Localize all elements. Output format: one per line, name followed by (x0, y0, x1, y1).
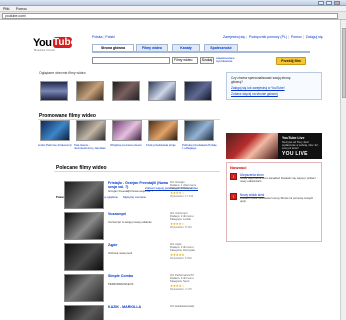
featured-row: Simple Combo PERFORMANCE.PL Od: Performa… (64, 274, 220, 304)
video-thumbnail[interactable] (64, 243, 104, 271)
promoted-caption-1[interactable]: Linkin Park live (Iridescent) (38, 144, 72, 147)
video-category[interactable]: Kategoria: Ludzie (170, 218, 220, 221)
featured-row: Fristajlo - Grzejan Freestajlil (Nowa se… (64, 181, 220, 211)
video-thumbnail[interactable] (64, 274, 104, 302)
address-bar: youtube.com/ (0, 12, 346, 20)
main-tabs: Strona główna Filmy wideo Kanały Społecz… (92, 44, 312, 51)
tab-home[interactable]: Strona główna (92, 44, 134, 51)
ad-image (226, 133, 278, 159)
tabs-underline (92, 51, 310, 53)
news-alert-icon: ! (230, 173, 237, 180)
account-links: Zarejestruj się| Podręcznik pomocy (PL)|… (223, 35, 323, 39)
video-description: Odcinek nowej serii (108, 251, 133, 255)
video-category[interactable]: Kategoria: Rozrywka (170, 249, 220, 252)
video-views: Wyświetleń: 17 442 (170, 195, 194, 198)
promoted-caption-4[interactable]: Frida przedstawia stroje (146, 144, 180, 147)
promoted-thumb-1[interactable] (40, 120, 70, 141)
video-title[interactable]: KAZIK - MARIOLLA (108, 305, 168, 309)
menu-files[interactable]: Pliki (3, 7, 9, 11)
help-guide-link[interactable]: Podręcznik pomocy (PL) (249, 35, 287, 39)
advanced-search-line-2: wyszukiwanie (216, 59, 233, 63)
video-title[interactable]: Ząpie (108, 243, 168, 247)
advanced-search-link[interactable]: zaawansowane wyszukiwanie (216, 57, 235, 64)
upload-button[interactable]: Prześlij film (276, 57, 306, 65)
video-description: Grzejan Freestajlil Nowa sesja vol. 7 (108, 189, 154, 193)
video-thumbnail[interactable] (64, 212, 104, 240)
logo-you: You (33, 37, 52, 49)
video-category[interactable]: Kategoria: Sport (170, 280, 220, 283)
web-page: You Tube Broadcast Yourself Polska | Pol… (0, 20, 340, 320)
promoted-caption-5[interactable]: Polityka przedstawia Polskę z odległego (182, 144, 218, 150)
promoted-thumb-5[interactable] (184, 120, 214, 141)
video-meta: Od: PerformanceTV Dodano: 3 dni temu Kat… (170, 274, 220, 283)
tab-community[interactable]: Społeczność (204, 44, 238, 51)
address-input[interactable]: youtube.com/ (2, 13, 338, 19)
video-category[interactable]: Kategoria: Muzyka (170, 187, 220, 190)
watched-thumb-1[interactable] (40, 81, 68, 101)
promoted-caption-2[interactable]: Tata Gienio - niezmieszczony Jarosław (74, 144, 108, 150)
video-meta: Od: vuzzumpri Dodano: 2 dni temu Kategor… (170, 212, 220, 221)
promoted-thumb-2[interactable] (76, 120, 106, 141)
personalize-promo: Czy chcesz spersonalizować swoją stronę … (226, 72, 322, 100)
help-link[interactable]: Pomoc (291, 35, 302, 39)
ad-logo: YOU LIVE (282, 151, 308, 157)
news-alert-icon: ! (230, 193, 237, 200)
video-author[interactable]: Od: kazikstaszewski (170, 305, 220, 308)
minimize-icon[interactable] (318, 1, 324, 5)
search-input[interactable] (92, 57, 170, 64)
promoted-thumb-3[interactable] (112, 120, 142, 141)
watched-thumb-4[interactable] (148, 81, 176, 101)
video-title[interactable]: Fristajlo - Grzejan Freestajlil (Nowa se… (108, 181, 168, 189)
video-views: Wyświetleń: 8 310 (170, 226, 192, 229)
login-link[interactable]: Zaloguj się (306, 35, 323, 39)
featured-row: Ząpie Odcinek nowej serii Od: zapie Doda… (64, 243, 220, 273)
promo-line-2: główną? (231, 80, 243, 84)
being-watched-label: Oglądane obecnie filmy wideo (39, 71, 86, 75)
logo-tagline: Broadcast Yourself (34, 49, 55, 52)
search-type-select[interactable]: Filmy wideo (172, 57, 198, 64)
promo-more-link[interactable]: Zobacz więcej na stronie głównej (231, 92, 278, 96)
video-meta: Od: zapie Dodano: 3 dni temu Kategoria: … (170, 243, 220, 252)
featured-row: KAZIK - MARIOLLA Od: kazikstaszewski (64, 305, 220, 320)
video-views: Wyświetleń: 5 902 (170, 257, 192, 260)
video-title[interactable]: Simple Combo (108, 274, 168, 278)
video-thumbnail[interactable] (64, 181, 104, 209)
signup-link[interactable]: Zarejestruj się (223, 35, 245, 39)
featured-divider (54, 171, 220, 172)
search-button[interactable]: Szukaj (200, 57, 214, 64)
youtube-logo[interactable]: You Tube Broadcast Yourself (33, 37, 77, 55)
video-meta: Od: kazikstaszewski (170, 305, 220, 308)
maximize-icon[interactable] (326, 1, 332, 5)
page-scrollbar[interactable] (340, 20, 346, 320)
video-thumbnail[interactable] (64, 305, 104, 320)
menu-help[interactable]: Pomoc (16, 7, 27, 11)
country-link[interactable]: Polska (92, 35, 103, 39)
scrollbar-thumb[interactable] (342, 28, 346, 98)
watched-thumb-2[interactable] (76, 81, 104, 101)
video-description: Vuzzumpri w swojej nowej odsłonie (108, 220, 152, 224)
language-links: Polska | Polski (92, 35, 115, 39)
video-description: PERFORMANCE.PL (108, 282, 134, 286)
promoted-thumb-4[interactable] (148, 120, 178, 141)
news-item-1-text: Nowe ulepszenia stron kanałów! Dowiedz s… (240, 176, 316, 183)
ad-title: YouTube Live (282, 136, 305, 140)
video-title[interactable]: Vuzzumpri (108, 212, 168, 216)
video-views: Wyświetleń: 4 175 (170, 288, 192, 291)
promo-signup-link[interactable]: Zaloguj się lub zarejestruj w YouTube! (231, 86, 285, 90)
close-icon[interactable] (334, 1, 340, 5)
tab-videos[interactable]: Filmy wideo (136, 44, 168, 51)
news-box: Nowości ! Ulepszenia stron Nowe ulepszen… (226, 162, 322, 242)
tab-channels[interactable]: Kanały (172, 44, 200, 51)
language-link[interactable]: Polski (105, 35, 114, 39)
logo-tube: Tube (53, 37, 77, 48)
news-title: Nowości (230, 165, 247, 170)
watched-thumb-3[interactable] (112, 81, 140, 101)
news-item-2-text: Dodano nowe możliwości oceny filmów za p… (240, 196, 314, 203)
promoted-caption-3[interactable]: Oficjalna premiera utworu (110, 144, 144, 147)
watched-thumb-5[interactable] (184, 81, 212, 101)
video-meta: Od: Grzejan Dodano: 1 dzień temu Kategor… (170, 181, 220, 190)
youtube-live-ad[interactable]: YouTube Live Na żywo od Tony Jam! wydarz… (226, 133, 322, 159)
featured-row: Vuzzumpri Vuzzumpri w swojej nowej odsło… (64, 212, 220, 242)
ad-text: Na żywo od Tony Jam! wydarzenie w sobotę… (282, 141, 320, 150)
